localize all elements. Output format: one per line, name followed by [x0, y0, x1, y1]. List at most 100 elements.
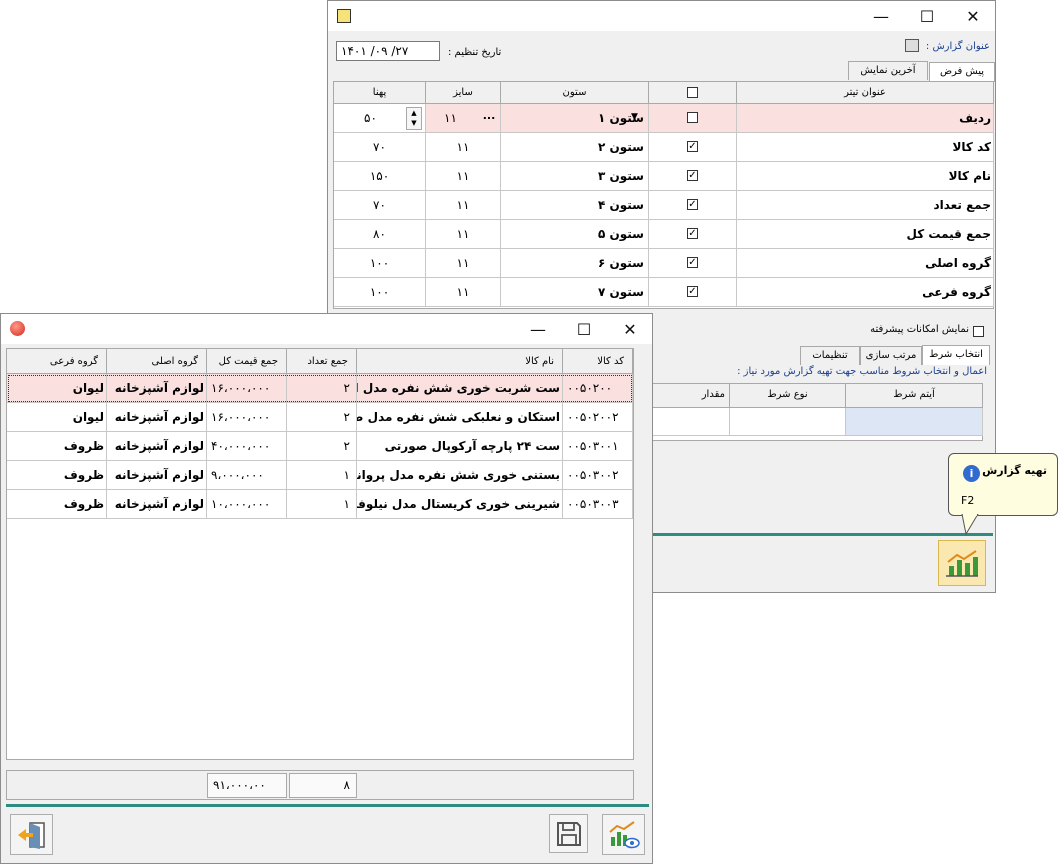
cell-total-price[interactable]: ۱۰،۰۰۰،۰۰۰: [207, 490, 287, 519]
tab-sort[interactable]: مرتب سازی: [860, 346, 922, 365]
column-cell[interactable]: ستون ۳: [501, 162, 649, 191]
column-cell[interactable]: ستون ۶: [501, 249, 649, 278]
cell-total-quantity[interactable]: ۲: [287, 374, 357, 403]
width-spinner[interactable]: ▲ ▼: [406, 107, 422, 130]
cond-value-cell[interactable]: [653, 408, 730, 436]
minimize-button[interactable]: —: [515, 314, 561, 344]
cell-main-group[interactable]: لوازم آشپزخانه: [107, 490, 207, 519]
column-label: ستون ۵: [598, 227, 644, 241]
width-cell[interactable]: ۱۰۰: [334, 249, 426, 278]
column-label: ستون ۶: [598, 256, 644, 270]
visible-checkbox[interactable]: ✓: [687, 199, 698, 210]
cell-sub-group[interactable]: ظروف: [7, 461, 107, 490]
cell-product-code[interactable]: ۰۰۵۰۳۰۰۳: [563, 490, 633, 519]
header-size: سایز: [426, 82, 501, 104]
exit-button[interactable]: [10, 814, 53, 855]
close-button[interactable]: ✕: [950, 1, 996, 31]
column-cell[interactable]: ستون ۱: [501, 104, 649, 133]
cell-total-price[interactable]: ۱۶،۰۰۰،۰۰۰: [207, 374, 287, 403]
minimize-button[interactable]: —: [858, 1, 904, 31]
total-price: ۹۱،۰۰۰،۰۰: [207, 773, 287, 798]
title-cell[interactable]: جمع تعداد: [737, 191, 994, 220]
app-icon: [337, 9, 351, 23]
title-cell[interactable]: جمع قیمت کل: [737, 220, 994, 249]
visible-check-cell: ✓: [649, 162, 737, 191]
cell-product-code[interactable]: ۰۰۵۰۳۰۰۱: [563, 432, 633, 461]
cell-total-quantity[interactable]: ۲: [287, 403, 357, 432]
cell-main-group[interactable]: لوازم آشپزخانه: [107, 374, 207, 403]
tab-default[interactable]: پیش فرض: [929, 62, 995, 82]
settings-titlebar: — ☐ ✕: [328, 1, 995, 31]
visible-checkbox[interactable]: ✓: [687, 286, 698, 297]
column-cell[interactable]: ستون ۷: [501, 278, 649, 307]
cell-sub-group[interactable]: ظروف: [7, 432, 107, 461]
save-button[interactable]: [549, 814, 588, 853]
cell-product-code[interactable]: ۰۰۵۰۳۰۰۲: [563, 461, 633, 490]
visible-checkbox[interactable]: ✓: [687, 170, 698, 181]
cell-main-group[interactable]: لوازم آشپزخانه: [107, 461, 207, 490]
cell-product-name[interactable]: ست ۲۴ پارچه آرکوپال صورتی: [357, 432, 563, 461]
visible-checkbox[interactable]: ✓: [687, 228, 698, 239]
width-cell[interactable]: ۸۰: [334, 220, 426, 249]
visible-checkbox[interactable]: ✓: [687, 257, 698, 268]
cell-total-price[interactable]: ۹،۰۰۰،۰۰۰: [207, 461, 287, 490]
cell-product-code[interactable]: ۰۰۵۰۲۰۰۲: [563, 403, 633, 432]
close-button[interactable]: ✕: [607, 314, 653, 344]
cell-total-quantity[interactable]: ۲: [287, 432, 357, 461]
generate-report-button[interactable]: [938, 540, 986, 586]
width-cell[interactable]: ۱۵۰: [334, 162, 426, 191]
chart-eye-icon: [608, 820, 640, 848]
tab-settings[interactable]: تنظیمات: [800, 346, 860, 365]
select-all-checkbox[interactable]: [687, 87, 698, 98]
cell-sub-group[interactable]: لیوان: [7, 403, 107, 432]
column-cell[interactable]: ستون ۲: [501, 133, 649, 162]
cond-type-cell[interactable]: [730, 408, 846, 436]
cell-product-name[interactable]: بستنی خوری شش نفره مدل پروانه: [357, 461, 563, 490]
chevron-down-icon[interactable]: ▼: [631, 112, 638, 122]
cell-product-name[interactable]: استکان و نعلبکی شش نفره مدل صدف: [357, 403, 563, 432]
title-cell[interactable]: ردیف: [737, 104, 994, 133]
visible-check-cell: ✓: [649, 133, 737, 162]
cell-sub-group[interactable]: لیوان: [7, 374, 107, 403]
size-cell[interactable]: ۱۱: [426, 220, 501, 249]
width-cell[interactable]: ۷۰: [334, 191, 426, 220]
date-input[interactable]: ۱۴۰۱ /۰۹ /۲۷: [336, 41, 440, 61]
cell-product-name[interactable]: شیرینی خوری کریستال مدل نیلوفر: [357, 490, 563, 519]
size-cell[interactable]: ۱۱: [426, 133, 501, 162]
visible-checkbox[interactable]: [687, 112, 698, 123]
cell-main-group[interactable]: لوازم آشپزخانه: [107, 432, 207, 461]
size-cell[interactable]: ۱۱: [426, 162, 501, 191]
chart-preview-button[interactable]: [602, 814, 645, 855]
tab-select-condition[interactable]: انتخاب شرط: [922, 345, 990, 365]
title-cell[interactable]: گروه اصلی: [737, 249, 994, 278]
maximize-button[interactable]: ☐: [904, 1, 950, 31]
visible-checkbox[interactable]: ✓: [687, 141, 698, 152]
header-column: ستون: [501, 82, 649, 104]
size-ellipsis-button[interactable]: ...: [480, 108, 498, 128]
column-cell[interactable]: ستون ۵: [501, 220, 649, 249]
advanced-checkbox[interactable]: [973, 326, 984, 337]
title-cell[interactable]: کد کالا: [737, 133, 994, 162]
cell-main-group[interactable]: لوازم آشپزخانه: [107, 403, 207, 432]
column-cell[interactable]: ستون ۴: [501, 191, 649, 220]
title-cell[interactable]: نام کالا: [737, 162, 994, 191]
size-cell[interactable]: ۱۱: [426, 249, 501, 278]
width-cell[interactable]: ۱۰۰: [334, 278, 426, 307]
cell-total-price[interactable]: ۴۰،۰۰۰،۰۰۰: [207, 432, 287, 461]
header-total-price: جمع قیمت کل: [207, 349, 287, 374]
size-cell[interactable]: ۱۱: [426, 191, 501, 220]
cell-sub-group[interactable]: ظروف: [7, 490, 107, 519]
cond-item-cell[interactable]: [846, 408, 983, 436]
cell-total-quantity[interactable]: ۱: [287, 461, 357, 490]
cell-product-name[interactable]: ست شربت خوری شش نفره مدل الماس: [357, 374, 563, 403]
cell-total-price[interactable]: ۱۶،۰۰۰،۰۰۰: [207, 403, 287, 432]
tab-last-view[interactable]: آخرین نمایش: [848, 61, 928, 80]
size-cell[interactable]: ۱۱: [426, 278, 501, 307]
width-cell[interactable]: ۷۰: [334, 133, 426, 162]
title-cell[interactable]: گروه فرعی: [737, 278, 994, 307]
cell-product-code[interactable]: ۰۰۵۰۲۰۰: [563, 374, 633, 403]
maximize-button[interactable]: ☐: [561, 314, 607, 344]
exit-icon: [17, 821, 45, 849]
cell-total-quantity[interactable]: ۱: [287, 490, 357, 519]
cond-header-type: نوع شرط: [730, 384, 846, 408]
